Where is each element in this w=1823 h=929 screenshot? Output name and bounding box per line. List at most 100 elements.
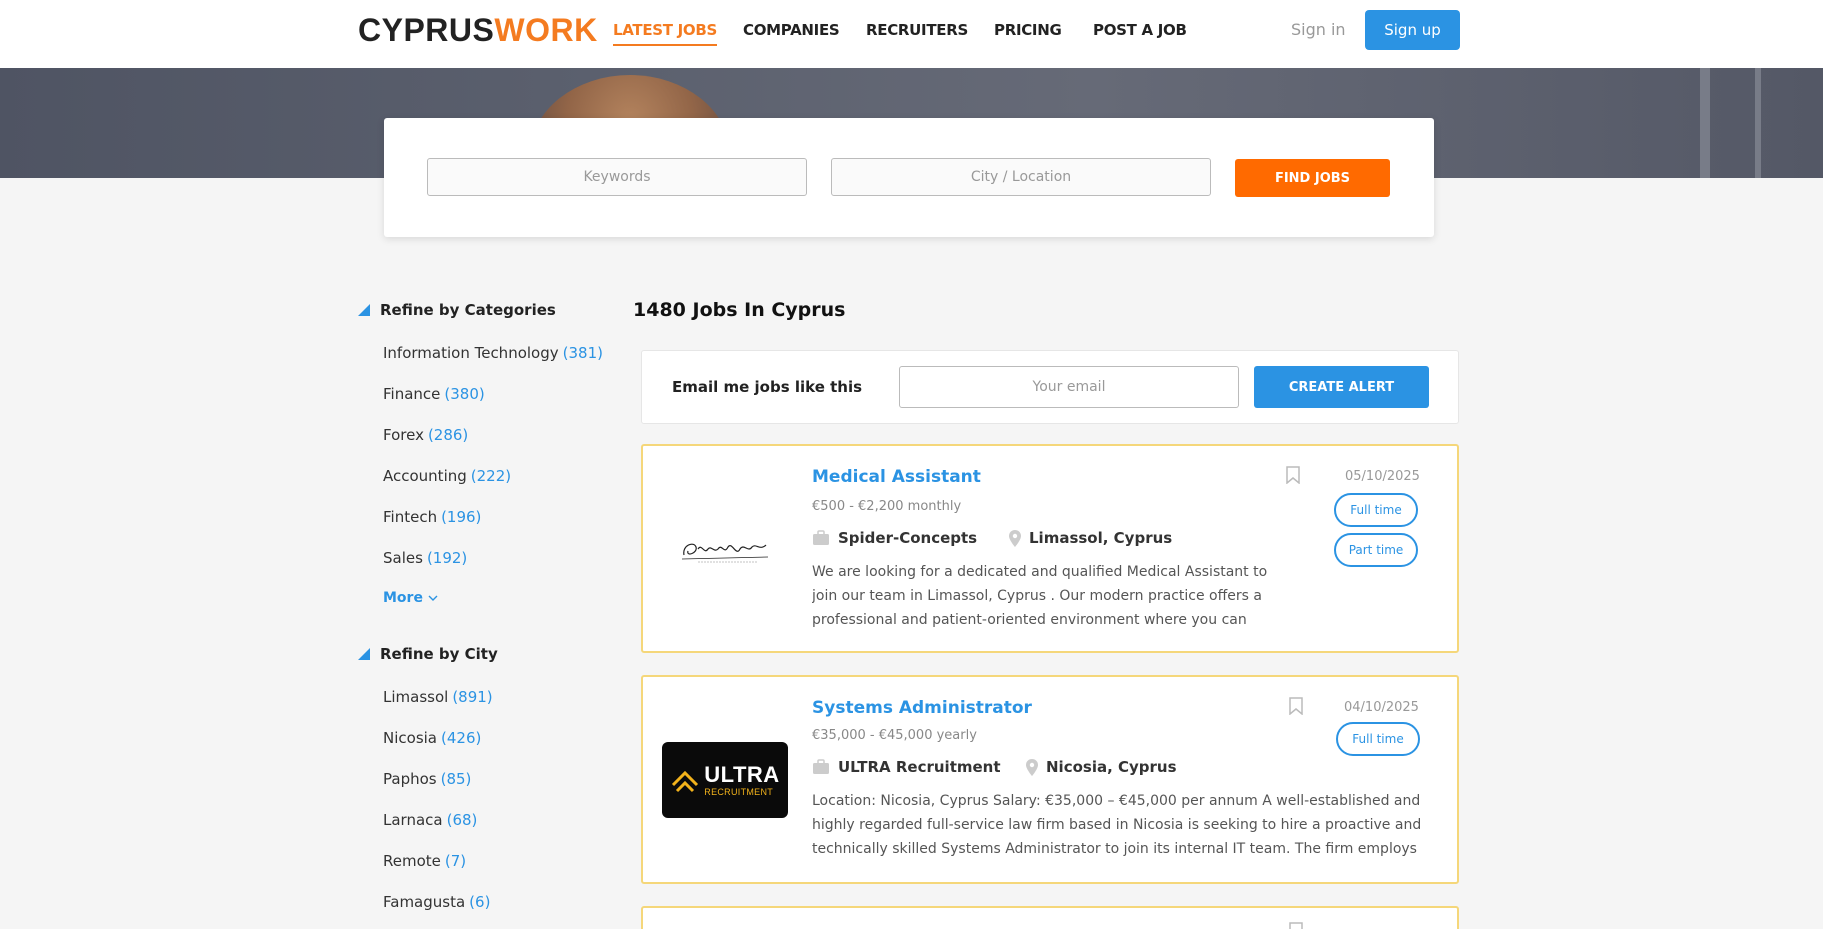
company-logo-spider-concepts[interactable]: [678, 531, 772, 567]
keywords-input[interactable]: Keywords: [427, 158, 807, 196]
category-item[interactable]: Information Technology (381): [383, 343, 603, 363]
category-label: Fintech: [383, 508, 438, 526]
job-alert-card: Email me jobs like this Your email CREAT…: [641, 350, 1459, 424]
city-label: Limassol: [383, 688, 449, 706]
company-name: Spider-Concepts: [838, 529, 978, 547]
collapse-triangle-icon: [358, 648, 370, 660]
nav-recruiters[interactable]: RECRUITERS: [866, 20, 968, 40]
search-card: Keywords City / Location FIND JOBS: [384, 118, 1434, 237]
signature-logo-icon: [681, 543, 769, 563]
alert-label: Email me jobs like this: [672, 378, 863, 396]
job-card[interactable]: Medical Assistant €500 - €2,200 monthly …: [641, 444, 1459, 653]
city-count: (6): [469, 893, 491, 911]
ultra-chevron-logo-icon: [672, 770, 699, 793]
categories-heading-label: Refine by Categories: [380, 301, 556, 319]
city-count: (7): [444, 852, 467, 870]
city-label: Larnaca: [383, 811, 443, 829]
more-categories-link[interactable]: More: [383, 588, 438, 608]
job-type-badge[interactable]: Part time: [1334, 533, 1418, 567]
category-count: (381): [562, 344, 603, 362]
job-date: 05/10/2025: [1345, 469, 1420, 484]
categories-heading[interactable]: Refine by Categories: [358, 300, 556, 320]
find-jobs-button[interactable]: FIND JOBS: [1235, 159, 1390, 197]
company-name: ULTRA Recruitment: [838, 758, 1001, 776]
map-pin-icon: [1026, 758, 1038, 776]
sign-up-button[interactable]: Sign up: [1365, 10, 1460, 50]
logo-text-recruitment: RECRUITMENT: [704, 786, 774, 797]
hero-photo-detail: [1755, 68, 1761, 178]
job-description: Location: Nicosia, Cyprus Salary: €35,00…: [812, 793, 1422, 857]
job-card[interactable]: ULTRA RECRUITMENT Systems Administrator …: [641, 675, 1459, 884]
category-label: Accounting: [383, 467, 467, 485]
nav-post-a-job[interactable]: POST A JOB: [1093, 20, 1187, 40]
category-count: (380): [444, 385, 485, 403]
location-input[interactable]: City / Location: [831, 158, 1211, 196]
job-salary: €35,000 - €45,000 yearly: [812, 728, 977, 743]
nav-pricing[interactable]: PRICING: [994, 20, 1062, 40]
logo-text-work: WORK: [494, 12, 598, 48]
job-company[interactable]: Spider-Concepts: [812, 528, 977, 548]
bookmark-icon[interactable]: [1289, 697, 1303, 715]
category-item[interactable]: Accounting (222): [383, 466, 511, 486]
briefcase-icon: [813, 759, 829, 774]
city-count: (68): [446, 811, 478, 829]
category-label: Forex: [383, 426, 424, 444]
job-location: Nicosia, Cyprus: [1026, 757, 1177, 777]
city-label: Nicosia: [383, 729, 437, 747]
city-label: Famagusta: [383, 893, 466, 911]
category-count: (286): [427, 426, 469, 444]
city-item[interactable]: Paphos (85): [383, 769, 471, 789]
job-salary: €500 - €2,200 monthly: [812, 499, 962, 514]
job-company[interactable]: ULTRA Recruitment: [812, 757, 1001, 777]
city-count: (891): [452, 688, 493, 706]
category-label: Information Technology: [383, 344, 559, 362]
city-item[interactable]: Limassol (891): [383, 687, 493, 707]
category-label: Finance: [383, 385, 441, 403]
location-name: Limassol, Cyprus: [1029, 529, 1173, 547]
job-type-badge[interactable]: Full time: [1336, 722, 1420, 756]
city-count: (85): [440, 770, 472, 788]
city-label: Remote: [383, 852, 441, 870]
job-location: Limassol, Cyprus: [1009, 528, 1172, 548]
jobs-count-heading: 1480 Jobs In Cyprus: [633, 299, 846, 321]
sign-in-link[interactable]: Sign in: [1291, 20, 1346, 40]
chevron-down-icon: [428, 595, 438, 601]
map-pin-icon: [1009, 529, 1021, 547]
category-item[interactable]: Finance (380): [383, 384, 485, 404]
category-item[interactable]: Forex (286): [383, 425, 468, 445]
bookmark-icon[interactable]: [1286, 466, 1300, 484]
city-item[interactable]: Famagusta (6): [383, 892, 490, 912]
bookmark-icon[interactable]: [1289, 922, 1303, 929]
job-card[interactable]: [641, 906, 1459, 929]
city-heading[interactable]: Refine by City: [358, 644, 498, 664]
category-item[interactable]: Sales (192): [383, 548, 467, 568]
city-label: Paphos: [383, 770, 437, 788]
collapse-triangle-icon: [358, 304, 370, 316]
city-item[interactable]: Nicosia (426): [383, 728, 481, 748]
city-item[interactable]: Larnaca (68): [383, 810, 477, 830]
category-item[interactable]: Fintech (196): [383, 507, 481, 527]
category-count: (192): [426, 549, 468, 567]
job-title-link[interactable]: Medical Assistant: [812, 466, 981, 488]
location-name: Nicosia, Cyprus: [1046, 758, 1177, 776]
category-label: Sales: [383, 549, 423, 567]
city-heading-label: Refine by City: [380, 645, 498, 663]
job-date: 04/10/2025: [1344, 700, 1419, 715]
create-alert-button[interactable]: CREATE ALERT: [1254, 366, 1429, 408]
top-header: CYPRUSWORK LATEST JOBS COMPANIES RECRUIT…: [0, 0, 1823, 68]
alert-email-input[interactable]: Your email: [899, 366, 1239, 408]
job-title-link[interactable]: Systems Administrator: [812, 697, 1032, 719]
category-count: (222): [470, 467, 512, 485]
site-logo[interactable]: CYPRUSWORK: [358, 12, 598, 48]
nav-latest-jobs[interactable]: LATEST JOBS: [613, 20, 717, 46]
briefcase-icon: [813, 530, 829, 545]
company-logo-ultra-recruitment[interactable]: ULTRA RECRUITMENT: [662, 742, 788, 818]
job-type-badge[interactable]: Full time: [1334, 493, 1418, 527]
more-label: More: [383, 590, 423, 606]
city-count: (426): [441, 729, 482, 747]
nav-companies[interactable]: COMPANIES: [743, 20, 840, 40]
logo-text-cyprus: CYPRUS: [358, 12, 495, 48]
category-count: (196): [441, 508, 482, 526]
city-item[interactable]: Remote (7): [383, 851, 466, 871]
logo-text-ultra: ULTRA: [704, 761, 780, 787]
